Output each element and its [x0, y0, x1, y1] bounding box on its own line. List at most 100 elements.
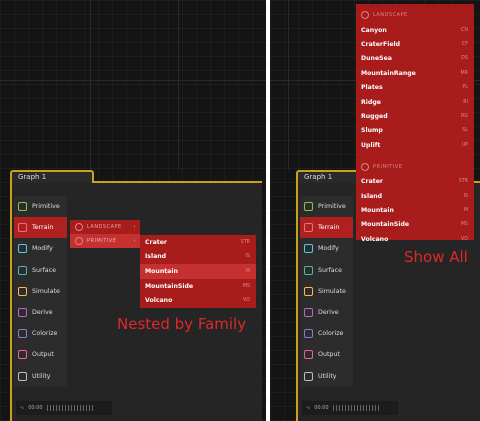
timeline-bar[interactable]: ∿ 00:00 [16, 401, 112, 415]
sidebar-item-colorize[interactable]: Colorize [300, 323, 353, 345]
family-submenu: LANDSCAPE › PRIMITIVE › [70, 220, 140, 248]
sidebar-item-label: Surface [318, 266, 342, 274]
derive-icon [304, 308, 313, 318]
sidebar-item-colorize[interactable]: Colorize [14, 323, 67, 345]
sidebar-item-primitive[interactable]: Primitive [14, 196, 67, 218]
primitive-icon [361, 162, 369, 171]
graph-tab-label: Graph 1 [18, 173, 47, 181]
sidebar-item-derive[interactable]: Derive [300, 301, 353, 324]
menu-item-label: Ridge [361, 98, 381, 106]
modify-icon [18, 244, 27, 254]
sidebar-item-label: Colorize [32, 330, 58, 338]
sidebar-item-modify[interactable]: Modify [14, 238, 67, 260]
sidebar-item-label: Simulate [32, 287, 60, 295]
family-landscape[interactable]: LANDSCAPE › [70, 220, 140, 234]
menu-item[interactable]: Mountain M [140, 264, 256, 279]
surface-icon [18, 265, 27, 275]
waveform-icon: ∿ [20, 405, 25, 411]
terrain-icon [304, 223, 313, 233]
timeline-time: 00:00 [314, 405, 329, 411]
sidebar-item-label: Derive [318, 309, 339, 317]
family-landscape-header-label: LANDSCAPE [373, 12, 408, 18]
menu-item-label: Slump [361, 127, 383, 135]
sidebar-item-surface[interactable]: Surface [14, 259, 67, 281]
sidebar-item-utility[interactable]: Utility [300, 365, 353, 387]
menu-item[interactable]: CraterField CF [356, 37, 474, 51]
sidebar-item-output[interactable]: Output [300, 344, 353, 366]
menu-item[interactable]: Volcano VO [356, 232, 474, 246]
menu-item[interactable]: Plates PL [356, 81, 474, 95]
waveform-icon: ∿ [306, 405, 311, 411]
menu-item-label: MountainRange [361, 69, 416, 77]
show-all-node-menu: LANDSCAPE Canyon CN CraterField CF DuneSea DS M… [356, 4, 474, 243]
menu-item[interactable]: Mountain M [356, 203, 474, 217]
family-primitive-header: PRIMITIVE [356, 159, 474, 175]
menu-item-label: Rugged [361, 113, 388, 121]
menu-item-hotkey: STR [240, 239, 250, 245]
menu-item-hotkey: MR [460, 70, 468, 76]
menu-item[interactable]: MountainSide MS [356, 218, 474, 232]
utility-icon [18, 371, 27, 381]
menu-item-label: CraterField [361, 41, 401, 49]
sidebar-item-surface[interactable]: Surface [300, 259, 353, 281]
cube-icon [304, 202, 313, 212]
sidebar-item-label: Modify [32, 245, 53, 253]
menu-item[interactable]: Island IS [140, 250, 256, 265]
sidebar-item-modify[interactable]: Modify [300, 238, 353, 260]
timeline-ticks [332, 405, 381, 411]
menu-item[interactable]: Uplift UP [356, 138, 474, 152]
surface-icon [304, 265, 313, 275]
sidebar-item-primitive[interactable]: Primitive [300, 196, 353, 218]
graph-tab[interactable]: Graph 1 [10, 170, 94, 183]
sidebar-item-label: Terrain [318, 224, 340, 232]
terrain-icon [18, 223, 27, 233]
colorize-icon [304, 329, 313, 339]
left-demo-panel: Graph 1 Primitive Terrain Modify Surface Sim… [0, 0, 266, 421]
menu-item-hotkey: VO [461, 236, 468, 242]
sidebar-item-terrain[interactable]: Terrain [300, 217, 353, 239]
node-category-sidebar: Primitive Terrain Modify Surface Simulate Der… [300, 196, 353, 387]
menu-item-label: Crater [361, 178, 383, 186]
menu-item[interactable]: Canyon CN [356, 23, 474, 37]
utility-icon [304, 371, 313, 381]
menu-item-label: Island [361, 192, 383, 200]
grid-divider [90, 0, 91, 170]
menu-item[interactable]: Island IS [356, 189, 474, 203]
menu-item[interactable]: Rugged RG [356, 109, 474, 123]
sidebar-item-terrain[interactable]: Terrain [14, 217, 67, 239]
menu-item-label: Plates [361, 84, 383, 92]
menu-item-hotkey: PL [462, 85, 468, 91]
output-icon [18, 350, 27, 360]
sidebar-item-utility[interactable]: Utility [14, 365, 67, 387]
menu-item[interactable]: Crater STR [140, 235, 256, 250]
family-primitive-label: PRIMITIVE [87, 238, 117, 244]
node-category-sidebar: Primitive Terrain Modify Surface Simulate Der… [14, 196, 67, 387]
menu-item-label: Volcano [361, 235, 389, 243]
menu-item-label: Volcano [145, 297, 173, 305]
sidebar-item-label: Colorize [318, 330, 344, 338]
menu-item-label: Crater [145, 238, 167, 246]
menu-item-hotkey: STR [458, 179, 468, 185]
menu-item-label: MountainSide [361, 221, 410, 229]
menu-item[interactable]: MountainRange MR [356, 66, 474, 80]
menu-item[interactable]: Slump SL [356, 124, 474, 138]
chevron-right-icon: › [133, 224, 136, 230]
family-primitive[interactable]: PRIMITIVE › [70, 234, 140, 248]
landscape-icon [75, 223, 83, 231]
menu-item[interactable]: Volcano VO [140, 293, 256, 308]
sidebar-item-label: Surface [32, 266, 56, 274]
sidebar-item-simulate[interactable]: Simulate [300, 280, 353, 302]
menu-item[interactable]: DuneSea DS [356, 52, 474, 66]
menu-item[interactable]: Ridge RI [356, 95, 474, 109]
menu-item-hotkey: DS [461, 56, 468, 62]
grid-divider [288, 0, 289, 170]
menu-item-hotkey: CN [461, 27, 468, 33]
sidebar-item-derive[interactable]: Derive [14, 301, 67, 324]
menu-item-hotkey: IS [463, 193, 468, 199]
sidebar-item-output[interactable]: Output [14, 344, 67, 366]
menu-item[interactable]: MountainSide MS [140, 279, 256, 294]
sidebar-item-simulate[interactable]: Simulate [14, 280, 67, 302]
timeline-bar[interactable]: ∿ 00:00 [302, 401, 398, 415]
menu-item[interactable]: Crater STR [356, 175, 474, 189]
menu-item-label: Uplift [361, 141, 381, 149]
